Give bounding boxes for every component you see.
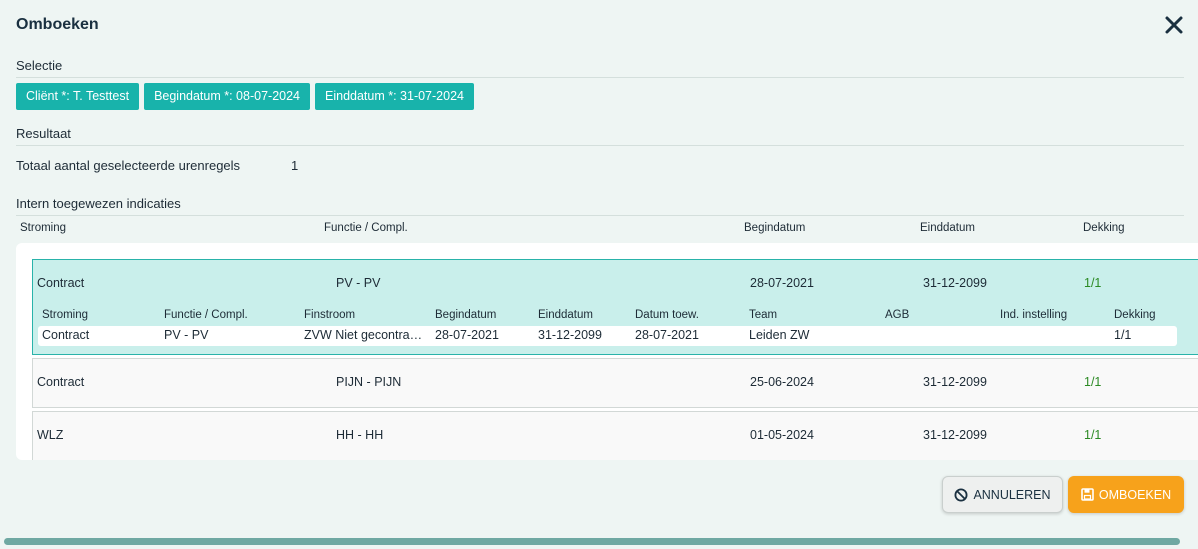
row-functie: HH - HH [336, 428, 384, 442]
detail-begindatum: 28-07-2021 [435, 328, 499, 342]
horizontal-scrollbar[interactable] [4, 538, 1180, 545]
cancel-button[interactable]: ANNULEREN [942, 476, 1063, 513]
cancel-button-label: ANNULEREN [973, 487, 1051, 502]
divider [16, 77, 1184, 78]
chip-einddatum[interactable]: Einddatum *: 31-07-2024 [315, 83, 474, 110]
row-dekking: 1/1 [1084, 428, 1102, 442]
chip-client[interactable]: Cliënt *: T. Testtest [16, 83, 140, 110]
detail-header-ind-instelling: Ind. instelling [1000, 309, 1068, 321]
dialog-title: Omboeken [16, 16, 99, 33]
divider [16, 215, 1184, 216]
row-einddatum: 31-12-2099 [923, 276, 987, 290]
detail-dekking: 1/1 [1114, 328, 1132, 342]
indicatie-row-selected[interactable]: Contract PV - PV 28-07-2021 31-12-2099 1… [32, 259, 1198, 355]
row-dekking: 1/1 [1084, 375, 1102, 389]
filter-chips: Cliënt *: T. Testtest Begindatum *: 08-0… [16, 83, 474, 110]
ban-icon [954, 488, 968, 501]
row-einddatum: 31-12-2099 [923, 428, 987, 442]
row-functie: PV - PV [336, 276, 381, 290]
row-einddatum: 31-12-2099 [923, 375, 987, 389]
col-header-stroming[interactable]: Stroming [20, 222, 66, 234]
detail-einddatum: 31-12-2099 [538, 328, 602, 342]
row-begindatum: 01-05-2024 [750, 428, 814, 442]
save-icon [1081, 488, 1094, 501]
indicatie-row[interactable]: Contract PIJN - PIJN 25-06-2024 31-12-20… [32, 358, 1198, 408]
row-stroming: Contract [37, 276, 85, 290]
detail-header-dekking: Dekking [1114, 309, 1156, 321]
detail-team: Leiden ZW [749, 328, 810, 342]
close-button[interactable] [1163, 14, 1185, 36]
detail-header-datum-toew: Datum toew. [635, 309, 699, 321]
omboeken-button-label: OMBOEKEN [1098, 487, 1172, 502]
detail-header-einddatum: Einddatum [538, 309, 593, 321]
total-value: 1 [291, 158, 299, 173]
row-stroming: WLZ [37, 428, 64, 442]
row-begindatum: 28-07-2021 [750, 276, 814, 290]
total-label: Totaal aantal geselecteerde urenregels [16, 158, 241, 173]
col-header-functie[interactable]: Functie / Compl. [324, 222, 408, 234]
detail-datum-toew: 28-07-2021 [635, 328, 699, 342]
detail-header-team: Team [749, 309, 778, 321]
detail-row[interactable]: Contract PV - PV ZVW Niet gecontra… 28-0… [38, 326, 1177, 346]
row-stroming: Contract [37, 375, 85, 389]
col-header-dekking[interactable]: Dekking [1083, 222, 1125, 234]
detail-finstroom: ZVW Niet gecontra… [304, 328, 423, 342]
resultaat-label: Resultaat [16, 126, 71, 141]
selectie-label: Selectie [16, 58, 63, 73]
detail-header-finstroom: Finstroom [304, 309, 356, 321]
col-header-einddatum[interactable]: Einddatum [920, 222, 975, 234]
indicaties-list: Contract PV - PV 28-07-2021 31-12-2099 1… [16, 243, 1198, 460]
indicatie-row[interactable]: WLZ HH - HH 01-05-2024 31-12-2099 1/1 [32, 411, 1198, 460]
detail-header-agb: AGB [885, 309, 910, 321]
row-begindatum: 25-06-2024 [750, 375, 814, 389]
detail-functie: PV - PV [164, 328, 209, 342]
detail-header-stroming: Stroming [42, 309, 89, 321]
row-functie: PIJN - PIJN [336, 375, 402, 389]
omboeken-button[interactable]: OMBOEKEN [1068, 476, 1184, 513]
close-icon [1165, 16, 1183, 34]
row-dekking: 1/1 [1084, 276, 1102, 290]
detail-header-begindatum: Begindatum [435, 309, 497, 321]
detail-header-functie: Functie / Compl. [164, 309, 248, 321]
chip-begindatum[interactable]: Begindatum *: 08-07-2024 [144, 83, 310, 110]
col-header-begindatum[interactable]: Begindatum [744, 222, 805, 234]
indicaties-label: Intern toegewezen indicaties [16, 196, 181, 211]
detail-stroming: Contract [42, 328, 90, 342]
divider [16, 145, 1184, 146]
